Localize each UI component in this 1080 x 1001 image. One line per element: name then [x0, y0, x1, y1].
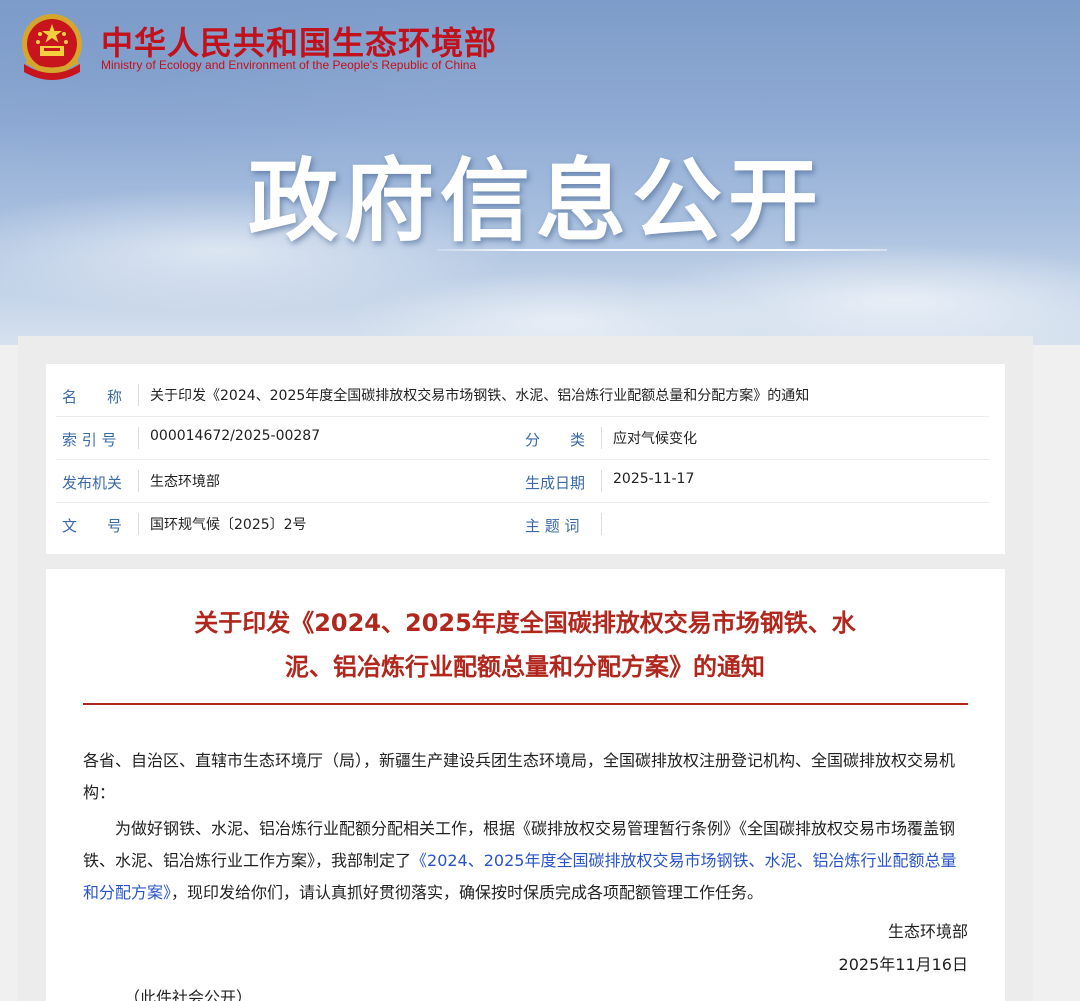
national-emblem-icon [22, 14, 82, 80]
salutation: 各省、自治区、直辖市生态环境厅（局），新疆生产建设兵团生态环境局，全国碳排放权注… [83, 751, 956, 802]
meta-label-index: 索 引 号 [62, 431, 117, 449]
sign-date: 2025年11月16日 [838, 955, 968, 974]
ministry-name-en[interactable]: Ministry of Ecology and Environment of t… [101, 58, 476, 72]
title-divider [83, 703, 968, 705]
divider [138, 470, 139, 492]
divider [601, 470, 602, 492]
divider [601, 427, 602, 449]
meta-row-issuer: 发布机关 生态环境部 生成日期 2025-11-17 [46, 460, 1005, 503]
divider [138, 427, 139, 449]
body-text-after-link: ，现印发给你们，请认真抓好贯彻落实，确保按时保质完成各项配额管理工作任务。 [171, 883, 764, 902]
meta-value-name: 关于印发《2024、2025年度全国碳排放权交易市场钢铁、水泥、铝冶炼行业配额总… [150, 388, 810, 404]
meta-label-name: 名 称 [62, 388, 123, 406]
divider [138, 513, 139, 535]
meta-label-docno: 文 号 [62, 517, 123, 535]
metadata-table: 名 称 关于印发《2024、2025年度全国碳排放权交易市场钢铁、水泥、铝冶炼行… [46, 364, 1005, 554]
divider [138, 384, 139, 406]
meta-row-name: 名 称 关于印发《2024、2025年度全国碳排放权交易市场钢铁、水泥、铝冶炼行… [46, 374, 1005, 417]
meta-row-docno: 文 号 国环规气候〔2025〕2号 主 题 词 [46, 503, 1005, 546]
meta-value-date: 2025-11-17 [613, 471, 695, 487]
meta-value-issuer: 生态环境部 [150, 474, 220, 490]
signature: 生态环境部 [887, 922, 968, 941]
meta-label-issuer: 发布机关 [62, 474, 123, 492]
meta-value-index: 000014672/2025-00287 [150, 428, 321, 444]
meta-value-category: 应对气候变化 [613, 431, 697, 447]
page-title: 政府信息公开 [248, 149, 824, 254]
title-underline [437, 249, 887, 251]
meta-row-index: 索 引 号 000014672/2025-00287 分 类 应对气候变化 [46, 417, 1005, 460]
meta-label-date: 生成日期 [525, 474, 586, 492]
body-paragraph: 为做好钢铁、水泥、铝冶炼行业配额分配相关工作，根据《碳排放权交易管理暂行条例》《… [83, 813, 968, 909]
meta-label-topic: 主 题 词 [525, 517, 580, 535]
divider [601, 513, 602, 535]
document-title-line2: 泥、铝冶炼行业配额总量和分配方案》的通知 [285, 653, 765, 681]
document-title-line1: 关于印发《2024、2025年度全国碳排放权交易市场钢铁、水 [194, 609, 856, 637]
document-title: 关于印发《2024、2025年度全国碳排放权交易市场钢铁、水 泥、铝冶炼行业配额… [130, 601, 920, 689]
public-note: （此件社会公开） [124, 988, 253, 1001]
meta-value-docno: 国环规气候〔2025〕2号 [150, 517, 307, 533]
meta-label-category: 分 类 [525, 431, 586, 449]
